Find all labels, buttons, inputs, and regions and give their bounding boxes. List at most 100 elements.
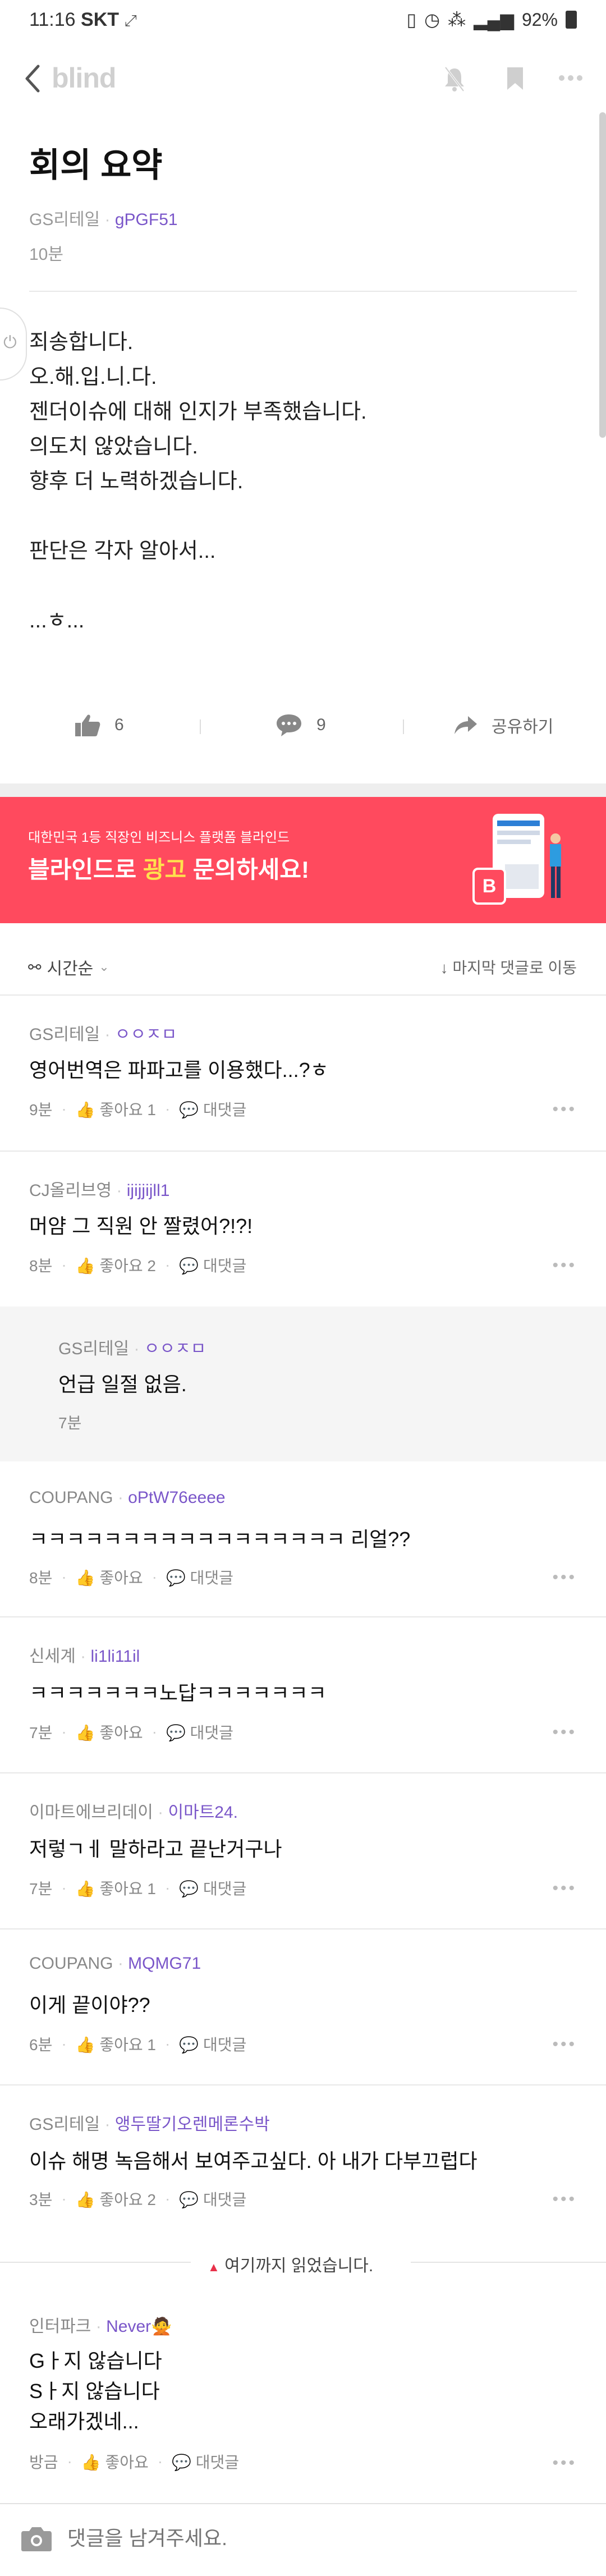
- comment-more-icon[interactable]: •••: [552, 1723, 577, 1742]
- comment-more-icon[interactable]: •••: [552, 1879, 577, 1898]
- jump-to-last-comment[interactable]: ↓ 마지막 댓글로 이동: [440, 956, 577, 978]
- comment-item: 인터파크 · Never🙅 Gㅏ지 않습니다 Sㅏ지 않습니다 오래가겠네...…: [0, 2279, 606, 2503]
- comment-footer: 7분 · 👍 좋아요 · 💬 대댓글: [29, 1721, 233, 1743]
- share-button[interactable]: 공유하기: [453, 713, 553, 737]
- more-options-icon[interactable]: [558, 74, 583, 84]
- comment-like-button[interactable]: 👍 좋아요 1: [76, 2033, 156, 2055]
- comment-reply-button[interactable]: 💬 대댓글: [172, 2450, 239, 2473]
- comment-author[interactable]: COUPANG · oPtW76eeee: [29, 1488, 226, 1507]
- comment-icon: 💬: [179, 1101, 199, 1119]
- thumbs-up-icon: 👍: [75, 1101, 95, 1119]
- thumbs-up-icon: 👍: [81, 2454, 101, 2471]
- post-author[interactable]: GS리테일 · gPGF51: [29, 205, 178, 230]
- notification-off-icon[interactable]: [443, 66, 466, 95]
- comment-like-button[interactable]: 👍 좋아요: [76, 1566, 143, 1588]
- comment-reply-button[interactable]: 💬 대댓글: [179, 2033, 246, 2055]
- side-handle[interactable]: ⏻: [0, 308, 27, 381]
- comment-reply-button[interactable]: 💬 대댓글: [179, 2188, 246, 2210]
- comment-item: COUPANG · MQMG71 이게 끝이야?? 6분 · 👍 좋아요 1 · 💬…: [0, 1929, 606, 2084]
- triangle-up-icon: ▲: [208, 2260, 220, 2274]
- comment-like-button[interactable]: 👍 좋아요: [81, 2450, 149, 2473]
- comment-footer: 9분 · 👍 좋아요 1 · 💬 대댓글: [29, 1098, 246, 1120]
- sort-order-dropdown[interactable]: ⚯ 시간순 ⌄: [28, 955, 109, 979]
- comment-more-icon[interactable]: •••: [552, 2190, 577, 2209]
- banner-highlight: 광고: [143, 856, 187, 883]
- body-line: [29, 498, 367, 533]
- comment-text: 머얌 그 직원 안 짤렸어?!?!: [29, 1214, 253, 1237]
- alarm-icon: ◷: [424, 10, 440, 30]
- chevron-down-icon: ⌄: [99, 960, 109, 974]
- like-button[interactable]: 6: [74, 713, 124, 737]
- read-marker: ▲ 여기까지 읽었습니다.: [0, 2250, 606, 2275]
- comment-text: 영어번역은 파파고를 이용했다...?ㅎ: [29, 1058, 329, 1081]
- share-label: 공유하기: [492, 718, 554, 736]
- divider: [200, 719, 201, 734]
- comment-reply-button[interactable]: 💬 대댓글: [179, 1098, 246, 1120]
- comment-reply-button[interactable]: 💬 대댓글: [179, 1254, 246, 1276]
- comment-author[interactable]: GS리테일 · 앵두딸기오렌메론수박: [29, 2110, 270, 2135]
- comment-like-button[interactable]: 👍 좋아요 1: [76, 1098, 156, 1120]
- comment-author[interactable]: 인터파크 · Never🙅: [29, 2312, 172, 2337]
- comment-text: Gㅏ지 않습니다: [29, 2349, 162, 2372]
- comment-reply-button[interactable]: 💬 대댓글: [166, 1721, 233, 1743]
- comment-text: 이슈 해명 녹음해서 보여주고싶다. 아 내가 다부끄럽다: [29, 2149, 478, 2172]
- comment-author[interactable]: 이마트에브리데이 · 이마트24.: [29, 1798, 238, 1823]
- comment-text: Sㅏ지 않습니다: [29, 2380, 160, 2403]
- comment-input-bar: [0, 2503, 606, 2576]
- ad-banner[interactable]: 대한민국 1등 직장인 비즈니스 플랫폼 블라인드 블라인드로 광고 문의하세요…: [0, 797, 606, 923]
- share-icon: [454, 716, 477, 734]
- comment-footer: 8분 · 👍 좋아요 2 · 💬 대댓글: [29, 1254, 246, 1276]
- comment-more-icon[interactable]: •••: [552, 1256, 577, 1275]
- banner-headline: 블라인드로 광고 문의하세요!: [28, 856, 310, 883]
- scrollbar[interactable]: [599, 112, 606, 438]
- comment-input[interactable]: [66, 2521, 573, 2556]
- comment-author[interactable]: COUPANG · MQMG71: [29, 1954, 201, 1973]
- app-logo: blind: [52, 62, 116, 94]
- comment-author[interactable]: GS리테일 · ㅇㅇㅈㅁ: [29, 1020, 177, 1045]
- like-count: 6: [114, 716, 124, 734]
- comment-like-button[interactable]: 👍 좋아요 2: [76, 2188, 156, 2210]
- thumbs-up-icon: 👍: [75, 2036, 95, 2054]
- body-line: 판단은 각자 알아서...: [29, 539, 216, 563]
- comment-reply-button[interactable]: 💬 대댓글: [179, 1877, 246, 1899]
- thumbs-up-icon: 👍: [75, 1880, 95, 1897]
- bookmark-icon[interactable]: [506, 66, 524, 94]
- body-line: 향후 더 노력하겠습니다.: [29, 470, 244, 493]
- comment-icon: 💬: [179, 2036, 199, 2054]
- status-time: 11:16 SKT ⤢: [29, 9, 137, 30]
- comment-item: GS리테일 · ㅇㅇㅈㅁ 영어번역은 파파고를 이용했다...?ㅎ 9분 · 👍 …: [0, 996, 606, 1151]
- no-sync-icon: ⤢: [124, 12, 137, 29]
- comment-more-icon[interactable]: •••: [552, 2454, 577, 2473]
- comment-text: 저렇ㄱㅔ 말하라고 끝난거구나: [29, 1837, 282, 1860]
- thumbs-up-icon: 👍: [75, 1257, 95, 1275]
- comment-like-button[interactable]: 👍 좋아요: [76, 1721, 143, 1743]
- arrow-down-icon: ↓: [440, 959, 448, 977]
- comment-footer: 방금 · 👍 좋아요 · 💬 대댓글: [29, 2450, 239, 2473]
- comment-item: 이마트에브리데이 · 이마트24. 저렇ㄱㅔ 말하라고 끝난거구나 7분 · 👍 …: [0, 1773, 606, 1928]
- comment-author[interactable]: CJ올리브영 · ijijjijll1: [29, 1176, 169, 1201]
- author-company: GS리테일: [29, 210, 100, 229]
- comment-like-button[interactable]: 👍 좋아요 1: [76, 1877, 156, 1899]
- comment-like-button[interactable]: 👍 좋아요 2: [76, 1254, 156, 1276]
- comment-reply-button[interactable]: 💬 대댓글: [166, 1566, 233, 1588]
- comment-icon: 💬: [166, 1569, 186, 1587]
- comment-button[interactable]: 9: [275, 713, 326, 737]
- comment-footer: 3분 · 👍 좋아요 2 · 💬 대댓글: [29, 2188, 246, 2210]
- comment-icon: 💬: [179, 1257, 199, 1275]
- comment-item: CJ올리브영 · ijijjijll1 머얌 그 직원 안 짤렸어?!?! 8분…: [0, 1152, 606, 1307]
- wifi-icon: ⁂: [448, 10, 466, 30]
- top-nav: blind: [0, 45, 606, 112]
- comment-more-icon[interactable]: •••: [552, 1100, 577, 1119]
- post-time: 10분: [29, 245, 63, 264]
- camera-icon[interactable]: [20, 2524, 53, 2555]
- comment-more-icon[interactable]: •••: [552, 2035, 577, 2054]
- comment-author[interactable]: 신세계 · li1li11il: [29, 1642, 140, 1667]
- body-line: 의도치 않았습니다.: [29, 435, 198, 459]
- signal-icon: ▂▄▆: [474, 10, 514, 30]
- back-icon[interactable]: [22, 63, 43, 97]
- comment-author[interactable]: GS리테일 · ㅇㅇㅈㅁ: [58, 1335, 206, 1359]
- comment-text: ㅋㅋㅋㅋㅋㅋㅋㅋㅋㅋㅋㅋㅋㅋㅋㅋㅋ 리얼??: [29, 1528, 411, 1551]
- comment-more-icon[interactable]: •••: [552, 1568, 577, 1587]
- body-line: 젠더이슈에 대해 인지가 부족했습니다.: [29, 400, 367, 424]
- author-nickname: gPGF51: [114, 210, 178, 229]
